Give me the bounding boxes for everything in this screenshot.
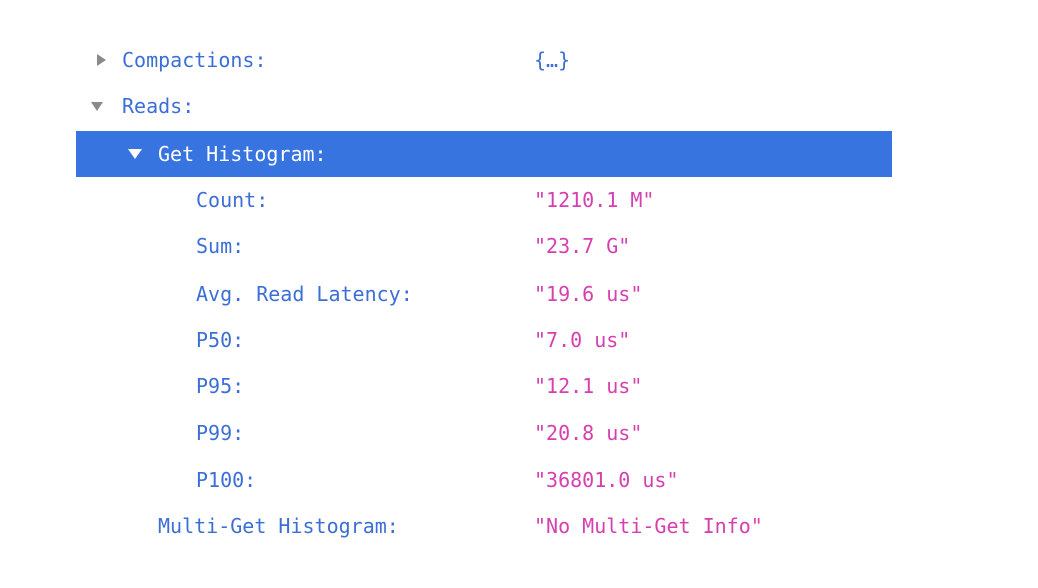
tree-key: P99: <box>196 421 245 445</box>
tree-key: Count: <box>196 188 269 212</box>
tree-value: "20.8 us" <box>534 421 643 445</box>
tree-key: Reads: <box>122 94 195 118</box>
tree-row-p95[interactable]: P95: "12.1 us" <box>0 363 1038 409</box>
tree-row-count[interactable]: Count: "1210.1 M" <box>0 177 1038 223</box>
tree-key: Sum: <box>196 234 245 258</box>
tree-key: P50: <box>196 328 245 352</box>
tree-value: "No Multi-Get Info" <box>534 514 763 538</box>
tree-key: Multi-Get Histogram: <box>158 514 399 538</box>
json-tree-viewer: Compactions: {…} Reads: Get Histogram: C… <box>0 0 1038 588</box>
triangle-down-icon[interactable] <box>128 149 142 159</box>
tree-value: "12.1 us" <box>534 374 643 398</box>
tree-value-collapsed[interactable]: {…} <box>534 37 570 83</box>
tree-value: "36801.0 us" <box>534 468 679 492</box>
tree-key: P100: <box>196 468 257 492</box>
tree-row-reads[interactable]: Reads: <box>0 83 1038 129</box>
tree-key: Compactions: <box>122 48 267 72</box>
tree-row-sum[interactable]: Sum: "23.7 G" <box>0 223 1038 269</box>
tree-value: "1210.1 M" <box>534 188 655 212</box>
triangle-right-icon[interactable] <box>97 54 106 66</box>
tree-row-get-histogram[interactable]: Get Histogram: <box>76 131 892 177</box>
tree-key: Avg. Read Latency: <box>196 282 413 306</box>
tree-row-p99[interactable]: P99: "20.8 us" <box>0 410 1038 456</box>
tree-value: "19.6 us" <box>534 282 643 306</box>
tree-row-multi-get-histogram[interactable]: Multi-Get Histogram: "No Multi-Get Info" <box>0 503 1038 549</box>
tree-value: "23.7 G" <box>534 234 631 258</box>
tree-row-avg-read-latency[interactable]: Avg. Read Latency: "19.6 us" <box>0 271 1038 317</box>
triangle-down-icon[interactable] <box>91 102 103 111</box>
tree-key: P95: <box>196 374 245 398</box>
tree-row-compactions[interactable]: Compactions: {…} <box>0 37 1038 83</box>
tree-key: Get Histogram: <box>158 142 327 166</box>
tree-row-p50[interactable]: P50: "7.0 us" <box>0 317 1038 363</box>
tree-value: "7.0 us" <box>534 328 631 352</box>
tree-row-p100[interactable]: P100: "36801.0 us" <box>0 457 1038 503</box>
